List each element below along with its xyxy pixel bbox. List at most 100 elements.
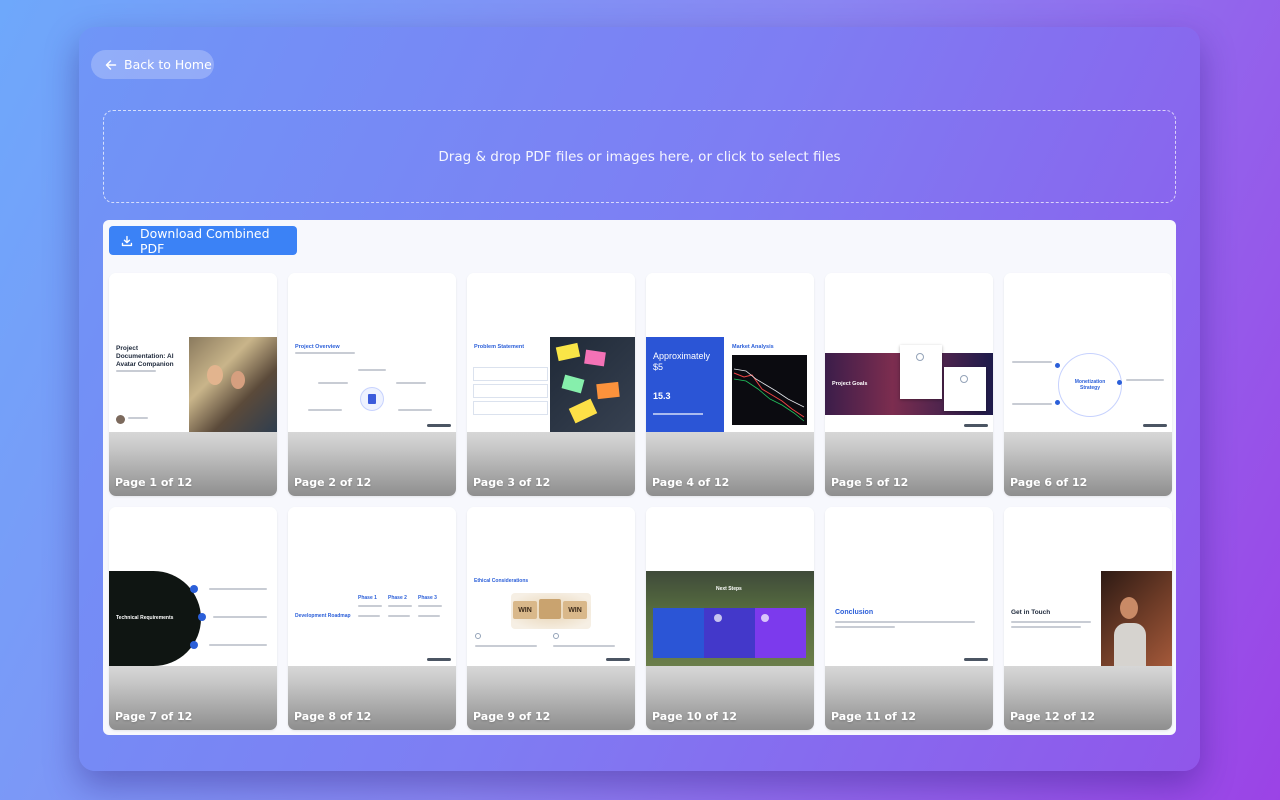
slide-title: Project Documentation: AI Avatar Compani… <box>116 345 174 368</box>
page-thumbnail-10[interactable]: Next Steps Page 10 of 12 <box>646 507 814 730</box>
pages-preview-area: Download Combined PDF Project Documentat… <box>103 220 1176 735</box>
page-thumbnail-7[interactable]: Technical Requirements Page 7 of 12 <box>109 507 277 730</box>
slide-text-line <box>418 615 440 617</box>
slide-footer-tag <box>427 658 451 661</box>
slide-preview: Project Goals <box>825 337 993 432</box>
page-label: Page 7 of 12 <box>115 710 193 723</box>
slide-title: Conclusion <box>835 609 874 616</box>
slide-list-row <box>473 367 548 381</box>
page-label: Page 8 of 12 <box>294 710 372 723</box>
win-tile: WIN <box>563 601 587 619</box>
page-label: Page 3 of 12 <box>473 476 551 489</box>
slide-text-line <box>388 615 410 617</box>
next-step-card <box>704 608 755 658</box>
slide-text-line <box>835 621 975 623</box>
page-label: Page 11 of 12 <box>831 710 916 723</box>
slide-footer-tag <box>606 658 630 661</box>
requirement-node <box>190 585 198 593</box>
slide-text-line <box>116 370 156 372</box>
photo-person-face <box>231 371 245 389</box>
slide-text-line <box>209 644 267 646</box>
slide-preview: Problem Statement <box>467 337 635 432</box>
dropzone-text: Drag & drop PDF files or images here, or… <box>438 148 841 165</box>
slide-text-line <box>396 382 426 384</box>
slide-footer-tag <box>1143 424 1167 427</box>
slide-list-row <box>473 401 548 415</box>
goal-icon <box>916 353 924 361</box>
download-button-label: Download Combined PDF <box>139 225 270 256</box>
slide-text-line <box>209 588 267 590</box>
slide-text-line <box>475 645 537 647</box>
slide-title: Market Analysis <box>732 344 774 350</box>
requirement-node <box>190 641 198 649</box>
arrow-left-icon <box>105 59 117 70</box>
slide-text-line <box>358 369 386 371</box>
slide-preview: Get in Touch <box>1004 571 1172 666</box>
page-thumbnail-8[interactable]: Development Roadmap Phase 1 Phase 2 Phas… <box>288 507 456 730</box>
page-thumbnail-5[interactable]: Project Goals Page 5 of 12 <box>825 273 993 496</box>
back-to-home-button[interactable]: Back to Home <box>91 50 214 79</box>
goal-icon <box>960 375 968 383</box>
slide-preview: Project Documentation: AI Avatar Compani… <box>109 337 277 432</box>
slide-preview: Technical Requirements <box>109 571 277 666</box>
page-thumbnail-12[interactable]: Get in Touch Page 12 of 12 <box>1004 507 1172 730</box>
strategy-node <box>1055 400 1060 405</box>
handshake-tile <box>539 599 561 619</box>
slide-preview: Approximately $5 15.3 Market Analysis <box>646 337 814 432</box>
page-thumbnail-9[interactable]: Ethical Considerations WIN WIN Page 9 of… <box>467 507 635 730</box>
page-label: Page 9 of 12 <box>473 710 551 723</box>
consideration-icon <box>475 633 481 639</box>
consideration-icon <box>553 633 559 639</box>
page-label: Page 5 of 12 <box>831 476 909 489</box>
file-dropzone[interactable]: Drag & drop PDF files or images here, or… <box>103 110 1176 203</box>
slide-text-line <box>358 615 380 617</box>
slide-text-line <box>553 645 615 647</box>
page-thumbnail-2[interactable]: Project Overview Page 2 of 12 <box>288 273 456 496</box>
page-thumbnail-4[interactable]: Approximately $5 15.3 Market Analysis Pa… <box>646 273 814 496</box>
slide-highlight: Approximately $5 <box>653 351 711 372</box>
page-thumbnail-6[interactable]: Monetization Strategy Page 6 of 12 <box>1004 273 1172 496</box>
slide-preview: Project Overview <box>288 337 456 432</box>
strategy-node <box>1055 363 1060 368</box>
download-icon <box>121 235 133 246</box>
slide-footer-tag <box>964 658 988 661</box>
next-step-card <box>653 608 704 658</box>
slide-title: Next Steps <box>716 586 742 592</box>
slide-text-line <box>388 605 412 607</box>
slide-text-line <box>213 616 267 618</box>
slide-stat: 15.3 <box>653 391 671 401</box>
slide-text-line <box>358 605 382 607</box>
phase-label: Phase 3 <box>418 595 437 601</box>
strategy-node <box>1117 380 1122 385</box>
page-label: Page 12 of 12 <box>1010 710 1095 723</box>
slide-text-line <box>1011 621 1091 623</box>
page-label: Page 1 of 12 <box>115 476 193 489</box>
slide-goal-card <box>944 367 986 411</box>
slide-text-line <box>1012 361 1052 363</box>
slide-footer-tag <box>964 424 988 427</box>
document-icon <box>368 394 376 404</box>
win-tile: WIN <box>513 601 537 619</box>
slide-title: Project Goals <box>832 381 868 387</box>
page-thumbnail-3[interactable]: Problem Statement Page 3 of 12 <box>467 273 635 496</box>
phase-label: Phase 2 <box>388 595 407 601</box>
photo-person-face <box>1120 597 1138 619</box>
page-thumbnail-1[interactable]: Project Documentation: AI Avatar Compani… <box>109 273 277 496</box>
slide-title: Ethical Considerations <box>474 578 529 584</box>
page-thumbnail-11[interactable]: Conclusion Page 11 of 12 <box>825 507 993 730</box>
requirement-node <box>198 613 206 621</box>
download-combined-pdf-button[interactable]: Download Combined PDF <box>109 225 297 256</box>
slide-title: Problem Statement <box>474 344 525 350</box>
page-label: Page 6 of 12 <box>1010 476 1088 489</box>
slide-preview: Monetization Strategy <box>1004 337 1172 432</box>
slide-text-line <box>418 605 442 607</box>
slide-text-line <box>1126 379 1164 381</box>
slide-preview: Development Roadmap Phase 1 Phase 2 Phas… <box>288 571 456 666</box>
back-button-label: Back to Home <box>124 57 212 72</box>
sticky-note <box>584 349 606 367</box>
slide-text-line <box>318 382 348 384</box>
slide-title: Development Roadmap <box>295 613 351 619</box>
stock-chart-lines <box>733 368 805 422</box>
slide-footer-tag <box>427 424 451 427</box>
slide-text-line <box>1011 626 1081 628</box>
